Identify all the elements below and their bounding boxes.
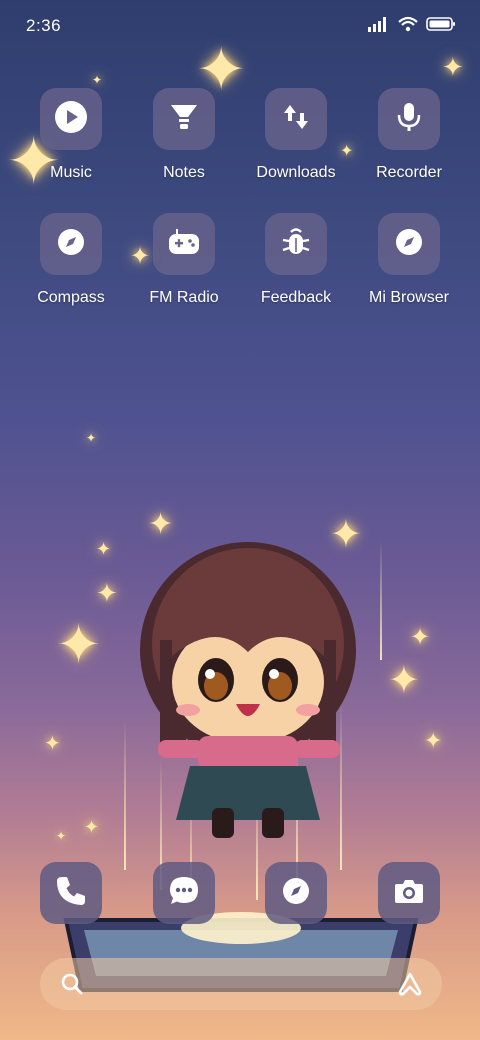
compass-icon bbox=[281, 876, 311, 911]
app-label: Mi Browser bbox=[368, 289, 449, 306]
compass-icon bbox=[394, 227, 424, 262]
sparkle: ✦ bbox=[86, 431, 97, 445]
status-bar: 2:36 bbox=[0, 0, 480, 50]
dock-browser[interactable] bbox=[265, 862, 327, 924]
phone-icon bbox=[54, 874, 88, 913]
camera-icon bbox=[393, 877, 425, 910]
status-icons bbox=[368, 16, 456, 37]
dock-phone[interactable] bbox=[40, 862, 102, 924]
app-label: Compass bbox=[37, 289, 105, 306]
app-fm-radio[interactable]: FM Radio bbox=[129, 213, 239, 307]
notes-tile[interactable] bbox=[153, 88, 215, 150]
dock-messages[interactable] bbox=[153, 862, 215, 924]
app-downloads[interactable]: Downloads bbox=[241, 88, 351, 182]
compass-icon bbox=[56, 227, 86, 262]
assistant-icon[interactable] bbox=[396, 970, 424, 1003]
bug-icon bbox=[280, 226, 312, 263]
app-label: Feedback bbox=[260, 289, 332, 306]
app-label: FM Radio bbox=[149, 289, 219, 306]
download-arrows-icon bbox=[280, 101, 312, 138]
app-label: Downloads bbox=[256, 164, 336, 181]
search-icon[interactable] bbox=[60, 972, 84, 1001]
feedback-tile[interactable] bbox=[265, 213, 327, 275]
sparkle: ✦ bbox=[56, 829, 67, 843]
wifi-icon bbox=[398, 16, 418, 37]
play-icon bbox=[54, 100, 88, 139]
app-label: Notes bbox=[163, 164, 205, 181]
app-notes[interactable]: Notes bbox=[129, 88, 239, 182]
app-feedback[interactable]: Feedback bbox=[241, 213, 351, 307]
sparkle: ✦ bbox=[388, 660, 420, 702]
sparkle: ✦ bbox=[84, 817, 100, 837]
mi-browser-tile[interactable] bbox=[378, 213, 440, 275]
app-compass[interactable]: Compass bbox=[16, 213, 126, 307]
battery-icon bbox=[426, 16, 456, 37]
sparkle: ✦ bbox=[410, 624, 431, 651]
sparkle: ✦ bbox=[148, 508, 174, 541]
notes-icon bbox=[168, 101, 200, 138]
gamepad-icon bbox=[167, 227, 201, 262]
sparkle: ✦ bbox=[424, 728, 443, 753]
compass-tile[interactable] bbox=[40, 213, 102, 275]
dock-camera[interactable] bbox=[378, 862, 440, 924]
signal-icon bbox=[368, 16, 390, 37]
downloads-tile[interactable] bbox=[265, 88, 327, 150]
search-bar[interactable] bbox=[40, 958, 442, 1010]
sparkle: ✦ bbox=[44, 733, 61, 755]
app-mi-browser[interactable]: Mi Browser bbox=[354, 213, 464, 307]
microphone-icon bbox=[393, 101, 425, 138]
app-recorder[interactable]: Recorder bbox=[354, 88, 464, 182]
app-label: Recorder bbox=[376, 164, 442, 181]
sparkle: ✦ bbox=[442, 52, 464, 82]
sparkle: ✦ bbox=[96, 578, 118, 608]
light-beam bbox=[380, 540, 382, 660]
messages-icon bbox=[167, 874, 201, 913]
status-time: 2:36 bbox=[26, 16, 62, 35]
music-tile[interactable] bbox=[40, 88, 102, 150]
sparkle: ✦ bbox=[92, 73, 103, 87]
fm-radio-tile[interactable] bbox=[153, 213, 215, 275]
app-music[interactable]: Music bbox=[16, 88, 126, 182]
recorder-tile[interactable] bbox=[378, 88, 440, 150]
sparkle: ✦ bbox=[56, 615, 102, 675]
app-label: Music bbox=[50, 164, 92, 181]
pixel-girl-illustration bbox=[140, 542, 356, 838]
sparkle: ✦ bbox=[96, 539, 112, 559]
